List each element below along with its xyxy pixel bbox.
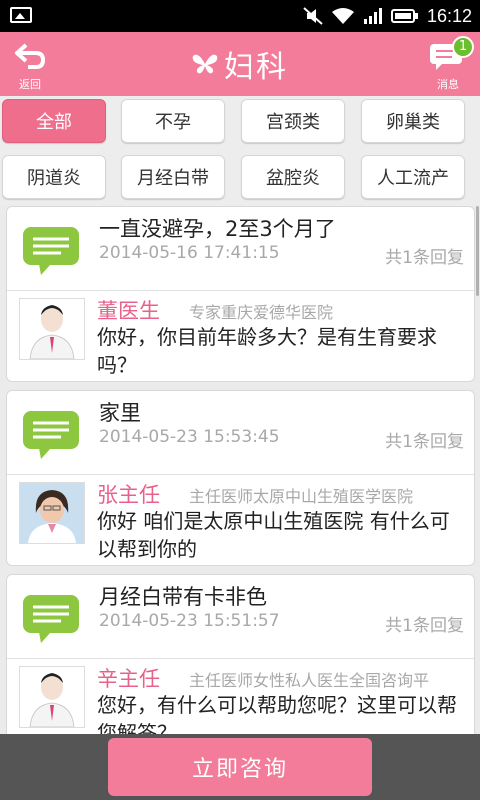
question-title: 一直没避孕，2至3个月了 (99, 217, 336, 241)
reply-count: 共1条回复 (385, 616, 464, 636)
messages-label: 消息 (437, 78, 459, 91)
header-bar: 返回 妇科 1 消息 (0, 32, 480, 96)
wifi-icon (331, 8, 354, 24)
question-header: 家里 2014-05-23 15:53:45 共1条回复 (7, 391, 474, 475)
doctor-name: 张主任 (97, 483, 160, 507)
signal-icon (363, 8, 382, 24)
category-filter: 全部 不孕 宫颈类 卵巢类 阴道炎 月经白带 盆腔炎 人工流产 (0, 96, 480, 206)
doctor-silhouette-icon (29, 305, 75, 359)
question-title: 家里 (99, 401, 141, 425)
category-cervical[interactable]: 宫颈类 (241, 99, 345, 143)
question-card[interactable]: 家里 2014-05-23 15:53:45 共1条回复 张主任 主任医师太原中… (6, 390, 475, 566)
battery-icon (390, 9, 418, 23)
chat-bubble-icon (23, 411, 79, 459)
doctor-name: 董医生 (97, 299, 160, 323)
mute-icon (303, 7, 323, 25)
status-time: 16:12 (426, 5, 472, 26)
category-all[interactable]: 全部 (2, 99, 106, 143)
doctor-name: 辛主任 (97, 667, 160, 691)
category-infertility[interactable]: 不孕 (121, 99, 225, 143)
category-ovarian[interactable]: 卵巢类 (361, 99, 465, 143)
question-date: 2014-05-23 15:51:57 (99, 611, 280, 631)
category-abortion[interactable]: 人工流产 (361, 155, 465, 199)
question-card[interactable]: 一直没避孕，2至3个月了 2014-05-16 17:41:15 共1条回复 董… (6, 206, 475, 382)
messages-badge: 1 (452, 36, 474, 58)
doctor-silhouette-icon (29, 673, 75, 727)
doctor-avatar (19, 298, 85, 360)
doctor-reply: 辛主任 主任医师女性私人医生全国咨询平 您好，有什么可以帮助您呢？这里可以帮您解… (7, 659, 474, 734)
doctor-photo-icon (20, 483, 84, 543)
bottom-bar: 立即咨询 (0, 734, 480, 800)
doctor-title: 专家重庆爱德华医院 (189, 303, 334, 322)
butterfly-icon (192, 54, 218, 74)
consult-now-button[interactable]: 立即咨询 (108, 738, 372, 796)
doctor-title: 主任医师女性私人医生全国咨询平 (189, 671, 430, 690)
question-header: 一直没避孕，2至3个月了 2014-05-16 17:41:15 共1条回复 (7, 207, 474, 291)
category-menstrual[interactable]: 月经白带 (121, 155, 225, 199)
question-date: 2014-05-16 17:41:15 (99, 243, 280, 263)
question-date: 2014-05-23 15:53:45 (99, 427, 280, 447)
status-bar: 16:12 (0, 0, 480, 32)
chat-bubble-icon (23, 227, 79, 275)
question-header: 月经白带有卡非色 2014-05-23 15:51:57 共1条回复 (7, 575, 474, 659)
reply-text: 你好 咱们是太原中山生殖医院 有什么可以帮到你的 (97, 509, 450, 561)
list-scrollbar[interactable] (476, 206, 479, 296)
chat-bubble-icon (23, 595, 79, 643)
messages-button[interactable]: 1 消息 (424, 36, 474, 94)
category-pelvic[interactable]: 盆腔炎 (241, 155, 345, 199)
doctor-reply: 张主任 主任医师太原中山生殖医学医院 你好 咱们是太原中山生殖医院 有什么可以帮… (7, 475, 474, 567)
doctor-title: 主任医师太原中山生殖医学医院 (189, 487, 414, 506)
reply-text: 您好，有什么可以帮助您呢？这里可以帮您解答？ (97, 693, 457, 734)
category-vaginitis[interactable]: 阴道炎 (2, 155, 106, 199)
question-title: 月经白带有卡非色 (99, 585, 267, 609)
reply-count: 共1条回复 (385, 248, 464, 268)
doctor-avatar (19, 666, 85, 728)
reply-count: 共1条回复 (385, 432, 464, 452)
gallery-notification-icon (10, 7, 32, 23)
doctor-reply: 董医生 专家重庆爱德华医院 你好，你目前年龄多大？是有生育要求吗？ (7, 291, 474, 383)
doctor-avatar (19, 482, 85, 544)
question-list: 一直没避孕，2至3个月了 2014-05-16 17:41:15 共1条回复 董… (0, 206, 480, 734)
reply-text: 你好，你目前年龄多大？是有生育要求吗？ (97, 325, 437, 377)
question-card[interactable]: 月经白带有卡非色 2014-05-23 15:51:57 共1条回复 辛主任 主… (6, 574, 475, 734)
page-title: 妇科 (224, 50, 288, 85)
